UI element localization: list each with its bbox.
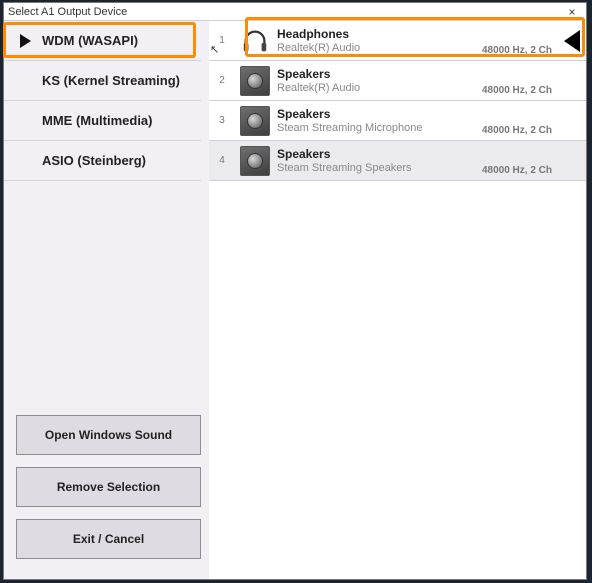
button-label: Exit / Cancel xyxy=(73,532,144,546)
driver-list: WDM (WASAPI) KS (Kernel Streaming) MME (… xyxy=(4,21,201,181)
device-row-headphones[interactable]: 1 Headphones Realtek(R) Audio 48000 Hz, … xyxy=(209,21,586,61)
left-spacer xyxy=(4,181,201,409)
device-index: 2 xyxy=(209,61,235,100)
triangle-left-icon xyxy=(564,30,580,52)
device-row-steam-speakers[interactable]: 4 Speakers Steam Streaming Speakers 4800… xyxy=(209,141,586,181)
driver-item-mme[interactable]: MME (Multimedia) xyxy=(4,101,201,141)
device-meta: 48000 Hz, 2 Ch xyxy=(466,21,558,60)
device-name: Speakers xyxy=(277,148,466,162)
titlebar: Select A1 Output Device × xyxy=(4,3,586,21)
device-selected-arrow xyxy=(558,21,586,60)
device-sub: Realtek(R) Audio xyxy=(277,42,466,55)
driver-label: WDM (WASAPI) xyxy=(42,33,138,48)
device-row-speakers-realtek[interactable]: 2 Speakers Realtek(R) Audio 48000 Hz, 2 … xyxy=(209,61,586,101)
driver-item-ks[interactable]: KS (Kernel Streaming) xyxy=(4,61,201,101)
device-meta: 48000 Hz, 2 Ch xyxy=(466,101,558,140)
device-name: Speakers xyxy=(277,108,466,122)
device-index: 3 xyxy=(209,101,235,140)
device-row-steam-mic[interactable]: 3 Speakers Steam Streaming Microphone 48… xyxy=(209,101,586,141)
speaker-icon xyxy=(235,101,275,140)
device-meta: 48000 Hz, 2 Ch xyxy=(466,61,558,100)
content-area: WDM (WASAPI) KS (Kernel Streaming) MME (… xyxy=(4,21,586,579)
open-windows-sound-button[interactable]: Open Windows Sound xyxy=(16,415,201,455)
device-name: Speakers xyxy=(277,68,466,82)
driver-label: KS (Kernel Streaming) xyxy=(42,73,180,88)
window-title: Select A1 Output Device xyxy=(8,6,127,18)
device-arrow-placeholder xyxy=(558,61,586,100)
speaker-icon xyxy=(235,61,275,100)
device-sub: Steam Streaming Speakers xyxy=(277,162,466,175)
device-meta: 48000 Hz, 2 Ch xyxy=(466,141,558,180)
driver-item-wdm[interactable]: WDM (WASAPI) xyxy=(4,21,201,61)
close-button[interactable]: × xyxy=(562,5,582,19)
device-text: Speakers Steam Streaming Microphone xyxy=(275,101,466,140)
device-list: 1 Headphones Realtek(R) Audio 48000 Hz, … xyxy=(209,21,586,579)
device-index: 4 xyxy=(209,141,235,180)
device-sub: Steam Streaming Microphone xyxy=(277,122,466,135)
play-icon xyxy=(20,34,31,48)
device-arrow-placeholder xyxy=(558,141,586,180)
headphones-icon xyxy=(235,21,275,60)
button-label: Remove Selection xyxy=(57,480,160,494)
speaker-icon xyxy=(235,141,275,180)
device-text: Speakers Realtek(R) Audio xyxy=(275,61,466,100)
remove-selection-button[interactable]: Remove Selection xyxy=(16,467,201,507)
driver-label: ASIO (Steinberg) xyxy=(42,153,146,168)
device-arrow-placeholder xyxy=(558,101,586,140)
cursor-icon: ↖ xyxy=(210,43,219,56)
device-text: Headphones Realtek(R) Audio xyxy=(275,21,466,60)
exit-cancel-button[interactable]: Exit / Cancel xyxy=(16,519,201,559)
device-name: Headphones xyxy=(277,28,466,42)
device-sub: Realtek(R) Audio xyxy=(277,82,466,95)
driver-label: MME (Multimedia) xyxy=(42,113,153,128)
driver-panel: WDM (WASAPI) KS (Kernel Streaming) MME (… xyxy=(4,21,209,579)
button-label: Open Windows Sound xyxy=(45,428,172,442)
dialog-window: Select A1 Output Device × WDM (WASAPI) K… xyxy=(3,2,587,580)
driver-item-asio[interactable]: ASIO (Steinberg) xyxy=(4,141,201,181)
device-text: Speakers Steam Streaming Speakers xyxy=(275,141,466,180)
